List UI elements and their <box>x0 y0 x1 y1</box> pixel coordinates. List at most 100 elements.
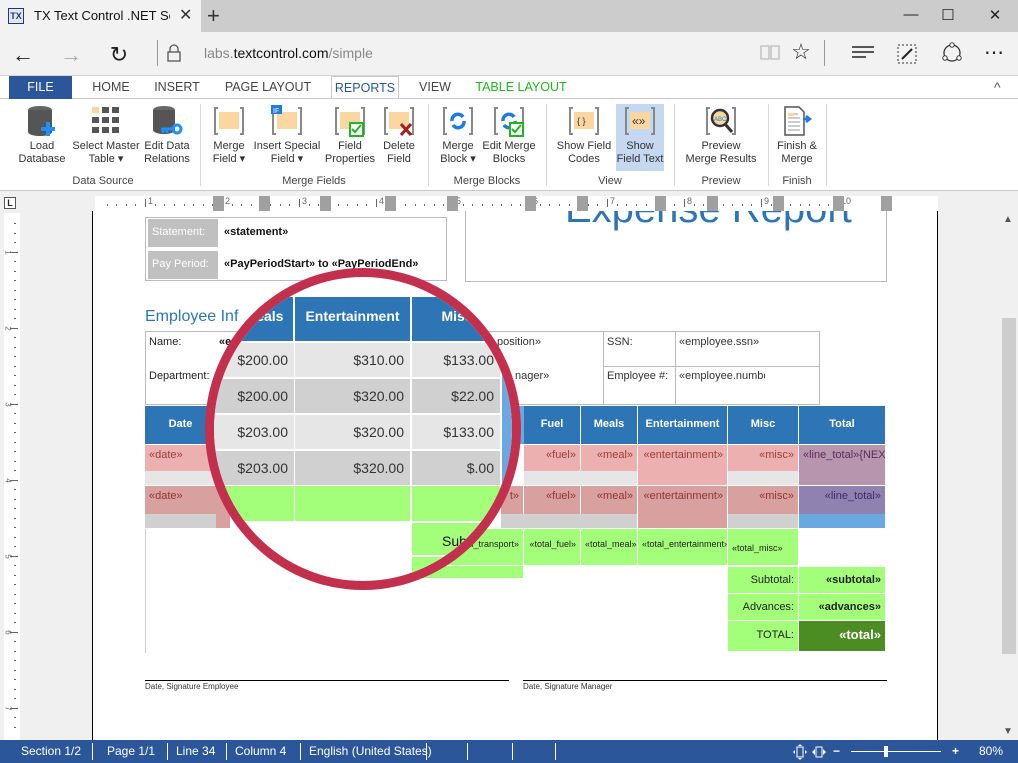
manager-value[interactable]: nager» <box>511 366 553 386</box>
edit-merge-blocks-button[interactable]: Edit Merge Blocks <box>481 105 537 166</box>
subtotal-value[interactable]: «subtotal» <box>799 567 885 593</box>
row1-meal[interactable]: «meal» <box>581 445 637 471</box>
subtotal-misc[interactable]: «total_misc» <box>728 529 798 565</box>
ruler-tick <box>14 489 16 490</box>
new-tab-button[interactable]: + <box>207 3 220 29</box>
scroll-up-icon[interactable]: ▲ <box>1003 214 1013 225</box>
column-marker[interactable] <box>525 196 536 211</box>
subtotal-fuel[interactable]: «total_fuel» <box>524 529 580 565</box>
zoom-in-button[interactable]: + <box>952 744 959 758</box>
row2-total[interactable]: «line_total» <box>799 486 885 514</box>
employee-number-value[interactable]: «employee.number» <box>675 366 765 386</box>
column-marker[interactable] <box>655 196 666 211</box>
magnifier-lens[interactable]: Meals Entertainment Misc $200.00 $310.00 $… <box>205 268 521 590</box>
column-marker[interactable] <box>320 196 331 211</box>
zoom-slider[interactable] <box>851 751 941 752</box>
column-marker[interactable] <box>773 196 784 211</box>
tab-insert[interactable]: INSERT <box>147 76 207 99</box>
subtotal-entertainment[interactable]: «total_entertainment» <box>638 529 727 565</box>
ruler-tick <box>366 204 368 206</box>
table-grid-icon <box>90 105 122 137</box>
tab-file[interactable]: FILE <box>9 76 72 99</box>
show-field-text-button[interactable]: «» Show Field Text <box>616 104 664 171</box>
field-properties-button[interactable]: Field Properties <box>323 105 377 166</box>
button-label: Field ▾ <box>212 153 246 165</box>
row1-total[interactable]: «line_total»{NEXT} <box>799 445 885 485</box>
merge-field-button[interactable]: Merge Field ▾ <box>207 105 251 166</box>
column-marker[interactable] <box>213 196 224 211</box>
status-language[interactable]: English (United States) <box>309 744 432 758</box>
vertical-ruler[interactable]: 1 2 3 4 5 6 7 <box>4 213 20 740</box>
tab-reports[interactable]: REPORTS <box>331 76 399 100</box>
ruler-tick <box>14 432 16 433</box>
column-marker[interactable] <box>707 196 718 211</box>
zoom-slider-thumb[interactable] <box>884 746 889 757</box>
edit-data-relations-button[interactable]: Edit Data Relations <box>142 105 192 166</box>
row2-filler <box>728 514 798 528</box>
horizontal-ruler[interactable]: 12345678910 <box>95 196 938 211</box>
total-value[interactable]: «total» <box>799 621 885 651</box>
close-window-button[interactable]: ✕ <box>980 6 1010 24</box>
advances-value[interactable]: «advances» <box>799 594 885 620</box>
back-button[interactable]: ← <box>8 42 38 68</box>
column-marker[interactable] <box>447 196 458 211</box>
ruler-tick <box>549 204 551 206</box>
refresh-button[interactable]: ↻ <box>104 42 134 68</box>
row1-misc[interactable]: «misc» <box>728 445 798 471</box>
browser-tab[interactable]: TX TX Text Control .NET Se ✕ <box>0 0 201 32</box>
tab-page-layout[interactable]: PAGE LAYOUT <box>218 76 318 99</box>
more-menu-icon[interactable]: ⋯ <box>979 40 1009 65</box>
column-marker[interactable] <box>259 196 270 211</box>
fit-page-icon[interactable] <box>792 744 808 760</box>
ruler-tick <box>14 565 16 566</box>
zoom-level[interactable]: 80% <box>979 744 1003 758</box>
row2-date[interactable]: «date» <box>145 486 216 514</box>
insert-special-field-button[interactable]: IF Insert Special Field ▾ <box>251 105 323 166</box>
scroll-down-icon[interactable]: ▼ <box>1003 726 1013 737</box>
button-label: Relations <box>144 153 190 165</box>
hub-icon[interactable] <box>852 46 874 60</box>
ruler-tick <box>722 204 724 206</box>
collapse-ribbon-icon[interactable]: ^ <box>994 79 1001 95</box>
share-icon[interactable] <box>941 42 963 64</box>
statement-value[interactable]: «statement» <box>220 219 445 247</box>
subtotal-meal[interactable]: «total_meal» <box>581 529 637 565</box>
row2-meal[interactable]: «meal» <box>581 486 637 514</box>
ruler-tick <box>173 204 175 206</box>
row2-fuel[interactable]: «fuel» <box>524 486 580 514</box>
tab-view[interactable]: VIEW <box>410 76 460 99</box>
show-field-codes-button[interactable]: { } Show Field Codes <box>554 105 614 166</box>
column-marker[interactable] <box>385 196 396 211</box>
column-marker[interactable] <box>881 196 892 211</box>
row1-entertainment[interactable]: «entertainment» <box>638 445 727 485</box>
row1-fuel[interactable]: «fuel» <box>524 445 580 471</box>
tab-table-layout[interactable]: TABLE LAYOUT <box>470 76 572 99</box>
preview-merge-results-button[interactable]: ABC Preview Merge Results <box>680 105 762 166</box>
select-master-table-button[interactable]: Select Master Table ▾ <box>70 105 142 166</box>
column-marker[interactable] <box>577 196 588 211</box>
minimize-button[interactable]: — <box>896 6 926 23</box>
merge-block-button[interactable]: Merge Block ▾ <box>436 105 480 166</box>
url-field[interactable]: labs.textcontrol.com/simple <box>204 45 373 61</box>
reading-view-icon[interactable] <box>760 43 780 61</box>
tab-stop-selector[interactable]: L <box>4 197 16 209</box>
load-database-button[interactable]: Load Database <box>12 105 72 166</box>
scrollbar-thumb[interactable] <box>1002 318 1016 654</box>
delete-field-button[interactable]: Delete Field <box>378 105 420 166</box>
favorite-star-icon[interactable]: ☆ <box>786 39 816 65</box>
row2-entertainment[interactable]: «entertainment» <box>638 486 727 528</box>
row2-misc[interactable]: «misc» <box>728 486 798 514</box>
close-tab-icon[interactable]: ✕ <box>179 5 192 25</box>
fit-width-icon[interactable] <box>811 744 827 760</box>
tab-home[interactable]: HOME <box>82 76 140 99</box>
maximize-button[interactable]: ☐ <box>933 6 963 24</box>
ruler-tick <box>356 204 358 206</box>
forward-button[interactable]: → <box>56 42 86 68</box>
column-marker[interactable] <box>833 196 844 211</box>
web-note-icon[interactable] <box>897 44 917 64</box>
ssn-value[interactable]: «employee.ssn» <box>675 332 763 352</box>
zoom-out-button[interactable]: − <box>833 744 840 758</box>
finish-merge-button[interactable]: Finish & Merge <box>772 105 822 166</box>
field-codes-icon: { } <box>568 105 600 137</box>
mag-cell-misc: $133.00 <box>412 343 500 377</box>
